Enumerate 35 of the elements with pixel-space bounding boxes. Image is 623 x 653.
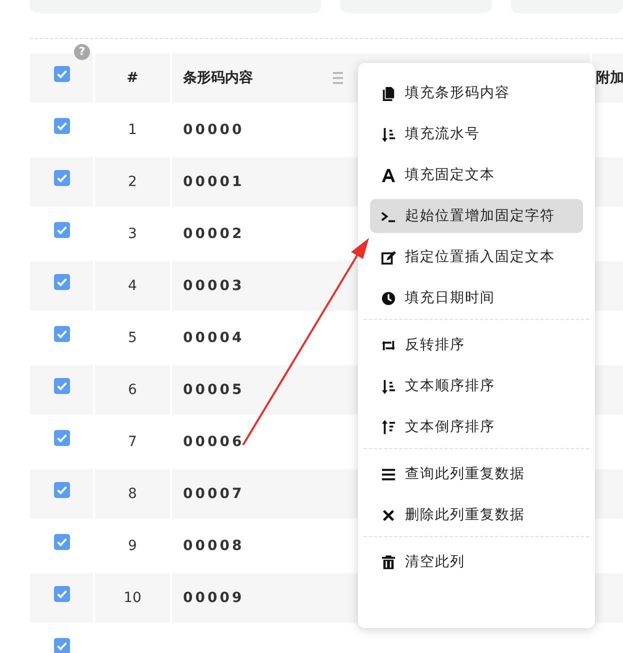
checkbox[interactable]: [54, 326, 70, 342]
checkbox[interactable]: [54, 638, 70, 653]
checkbox[interactable]: [54, 66, 70, 82]
sort-up-icon: [381, 420, 396, 434]
checkbox[interactable]: [54, 378, 70, 394]
checkbox[interactable]: [54, 170, 70, 186]
checkbox[interactable]: [54, 430, 70, 446]
checkbox[interactable]: [54, 586, 70, 602]
list-icon: [381, 466, 396, 482]
edit-icon: [381, 250, 396, 264]
column-header: 附加: [592, 53, 623, 103]
copy-icon: [381, 86, 396, 100]
menu-icon[interactable]: [333, 72, 343, 84]
table-cell: 4: [95, 261, 170, 311]
menu-item[interactable]: 起始位置增加固定字符: [370, 199, 583, 233]
checkbox[interactable]: [54, 274, 70, 290]
sort-down-icon: [381, 378, 396, 394]
table-cell: 10: [95, 573, 170, 623]
letter-icon: [381, 168, 396, 182]
checkbox[interactable]: [54, 118, 70, 134]
table-cell: 6: [95, 365, 170, 415]
column-header: #: [95, 53, 170, 103]
menu-item[interactable]: 文本顺序排序: [370, 369, 583, 403]
clock-icon: [381, 290, 396, 306]
trash-icon: [381, 554, 396, 570]
menu-item[interactable]: 填充固定文本: [370, 158, 583, 192]
sort-down-icon: [381, 126, 396, 142]
table-cell: 2: [95, 157, 170, 207]
table-cell: 8: [95, 469, 170, 519]
checkbox[interactable]: [54, 482, 70, 498]
checkbox[interactable]: [54, 534, 70, 550]
menu-item[interactable]: 填充流水号: [370, 117, 583, 151]
close-icon: [381, 508, 396, 522]
menu-item[interactable]: 反转排序: [370, 328, 583, 362]
checkbox[interactable]: [54, 222, 70, 238]
